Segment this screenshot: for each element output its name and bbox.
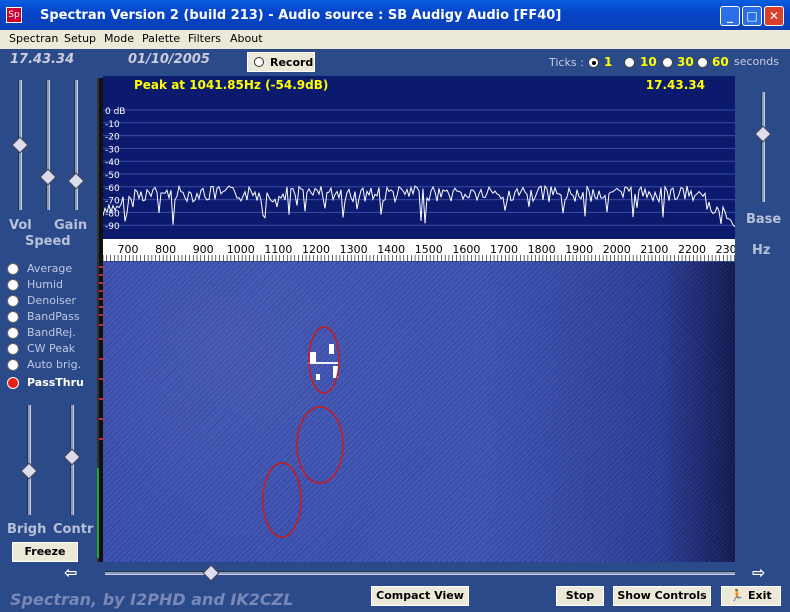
brigh-label: Brigh xyxy=(7,522,47,537)
bandrej-label: BandRej. xyxy=(27,326,76,339)
close-button[interactable]: ✕ xyxy=(764,6,784,26)
stop-button[interactable]: Stop xyxy=(556,586,604,606)
peak-readout: Peak at 1041.85Hz (-54.9dB) xyxy=(134,78,329,92)
signal-mark xyxy=(316,374,320,380)
spectrum-trace xyxy=(103,184,735,228)
ticks-unit: seconds xyxy=(734,55,779,68)
exit-button[interactable]: 🏃 Exit xyxy=(721,586,781,606)
auto-brig-radio[interactable] xyxy=(7,359,19,371)
freeze-button[interactable]: Freeze xyxy=(12,542,78,562)
denoiser-radio[interactable] xyxy=(7,295,19,307)
menu-setup[interactable]: Setup xyxy=(64,32,96,45)
tick-value-60: 60 xyxy=(712,55,729,69)
exit-label: Exit xyxy=(748,589,772,602)
passthru-label: PassThru xyxy=(27,376,84,389)
db-label: -30 xyxy=(105,145,120,155)
window-title: Spectran Version 2 (build 213) - Audio s… xyxy=(40,8,562,23)
menu-spectran[interactable]: Spectran xyxy=(9,32,58,45)
average-label: Average xyxy=(27,262,73,275)
denoiser-label: Denoiser xyxy=(27,294,77,307)
speed-label: Speed xyxy=(25,234,71,249)
hz-label: Hz xyxy=(752,243,771,258)
record-button[interactable]: Record xyxy=(247,52,315,72)
tick-value-1: 1 xyxy=(604,55,613,69)
tick-value-30: 30 xyxy=(677,55,694,69)
bandpass-radio[interactable] xyxy=(7,311,19,323)
waterfall-display[interactable] xyxy=(103,262,735,562)
annotation-ellipse xyxy=(296,406,344,484)
footer-credit: Spectran, by I2PHD and IK2CZL xyxy=(10,590,294,609)
spectran-icon[interactable]: Sp xyxy=(6,7,22,23)
minimize-button[interactable]: _ xyxy=(720,6,740,26)
record-radio-icon xyxy=(254,57,264,67)
spectrum-time: 17.43.34 xyxy=(645,78,705,92)
humid-radio[interactable] xyxy=(7,279,19,291)
db-label: -60 xyxy=(105,184,120,194)
scroll-right-arrow-icon[interactable]: ⇨ xyxy=(752,563,765,582)
menu-mode[interactable]: Mode xyxy=(104,32,134,45)
speed-slider[interactable] xyxy=(46,80,50,210)
clock-date: 01/10/2005 xyxy=(128,52,210,67)
contr-label: Contr xyxy=(53,522,94,537)
ticks-label: Ticks : xyxy=(549,56,584,69)
signal-mark xyxy=(310,352,316,362)
compact-view-button[interactable]: Compact View xyxy=(371,586,469,606)
annotation-ellipse xyxy=(262,462,302,538)
menu-bar: Spectran Setup Mode Palette Filters Abou… xyxy=(0,30,790,49)
tick-radio-60[interactable] xyxy=(697,57,708,68)
cw-peak-radio[interactable] xyxy=(7,343,19,355)
bandrej-radio[interactable] xyxy=(7,327,19,339)
tick-radio-30[interactable] xyxy=(662,57,673,68)
menu-palette[interactable]: Palette xyxy=(142,32,180,45)
base-label: Base xyxy=(746,212,782,227)
title-bar: Sp Spectran Version 2 (build 213) - Audi… xyxy=(0,0,790,30)
clock-time: 17.43.34 xyxy=(10,52,75,67)
auto-brig-label: Auto brig. xyxy=(27,358,82,371)
menu-about[interactable]: About xyxy=(230,32,263,45)
running-man-icon: 🏃 xyxy=(730,589,745,602)
scroll-left-arrow-icon[interactable]: ⇦ xyxy=(64,563,77,582)
gain-label: Gain xyxy=(54,218,88,233)
db-label: 0 dB xyxy=(105,107,125,117)
signal-mark xyxy=(308,362,338,364)
scale-minor-ticks xyxy=(103,255,735,261)
menu-filters[interactable]: Filters xyxy=(188,32,221,45)
tick-radio-10[interactable] xyxy=(624,57,635,68)
brightness-slider[interactable] xyxy=(27,405,31,515)
passthru-radio[interactable] xyxy=(7,377,19,389)
signal-mark xyxy=(329,344,334,354)
show-controls-button[interactable]: Show Controls xyxy=(613,586,711,606)
tick-value-10: 10 xyxy=(640,55,657,69)
db-label: -70 xyxy=(105,197,120,207)
frequency-scale: 700 800 900 1000 1100 1200 1300 1400 1500 1600 170… xyxy=(103,239,735,261)
maximize-button[interactable]: □ xyxy=(742,6,762,26)
gain-slider[interactable] xyxy=(74,80,78,210)
humid-label: Humid xyxy=(27,278,63,291)
cw-peak-label: CW Peak xyxy=(27,342,76,355)
vol-label: Vol xyxy=(9,218,32,233)
spectrum-plot: 0 dB-10-20-30-40-50-60-70-80-90 xyxy=(103,107,735,232)
waterfall-annotations xyxy=(262,326,344,538)
db-label: -90 xyxy=(105,222,120,232)
average-radio[interactable] xyxy=(7,263,19,275)
frequency-slider[interactable] xyxy=(105,571,735,575)
tick-radio-1[interactable] xyxy=(588,57,599,68)
db-label: -40 xyxy=(105,158,120,168)
db-label: -10 xyxy=(105,120,120,130)
db-label: -50 xyxy=(105,171,120,181)
bandpass-label: BandPass xyxy=(27,310,80,323)
spectrum-display[interactable]: 0 dB -10 -20 -30 -40 -50 -60 -70 -80 -90 Peak at … xyxy=(103,76,735,239)
db-label: -20 xyxy=(105,133,120,143)
base-slider[interactable] xyxy=(761,92,765,202)
record-label: Record xyxy=(270,56,314,69)
